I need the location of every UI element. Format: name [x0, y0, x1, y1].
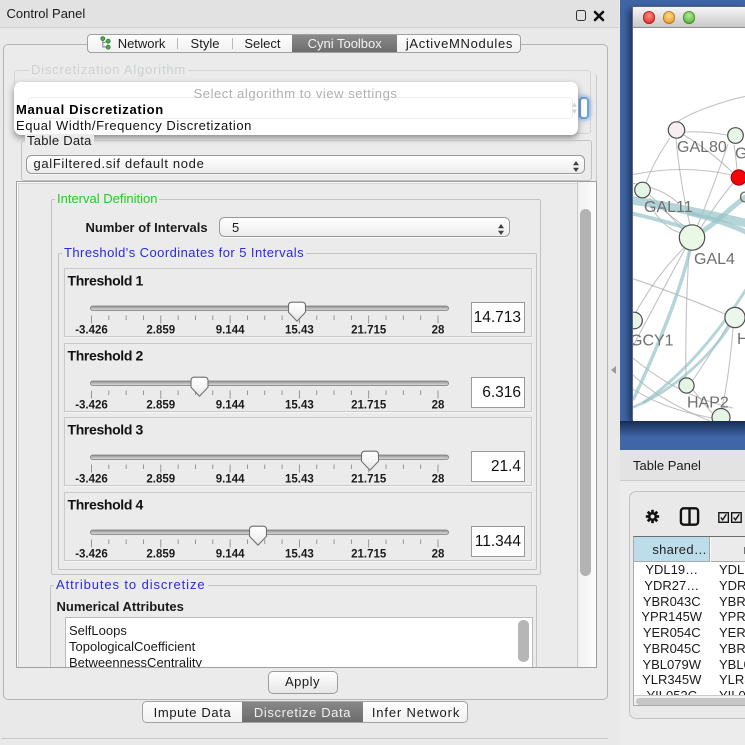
svg-text:HAP2: HAP2	[687, 395, 729, 412]
svg-text:9.144: 9.144	[215, 324, 244, 336]
svg-text:21.715: 21.715	[351, 324, 387, 336]
svg-text:Threshold 4: Threshold 4	[67, 497, 143, 513]
svg-text:21.715: 21.715	[351, 549, 387, 561]
svg-text:-3.426: -3.426	[75, 399, 108, 411]
svg-text:2.859: 2.859	[146, 399, 175, 411]
svg-text:2.859: 2.859	[146, 324, 175, 336]
svg-text:2.859: 2.859	[146, 549, 175, 561]
svg-text:GAL80: GAL80	[677, 139, 727, 156]
svg-text:2.859: 2.859	[146, 474, 175, 486]
svg-text:HIS4: HIS4	[737, 331, 745, 348]
svg-text:Threshold 2: Threshold 2	[67, 347, 143, 363]
svg-text:GCY1: GCY1	[633, 333, 674, 350]
svg-text:-3.426: -3.426	[75, 474, 108, 486]
svg-text:Threshold 3: Threshold 3	[67, 422, 143, 438]
svg-text:9.144: 9.144	[215, 399, 244, 411]
svg-text:15.43: 15.43	[285, 399, 314, 411]
svg-text:-3.426: -3.426	[75, 324, 108, 336]
svg-text:CYC1: CYC1	[739, 190, 745, 207]
svg-text:9.144: 9.144	[215, 549, 244, 561]
svg-text:Threshold 1: Threshold 1	[67, 272, 143, 288]
svg-text:21.715: 21.715	[351, 474, 387, 486]
svg-text:15.43: 15.43	[285, 549, 314, 561]
svg-text:28: 28	[431, 549, 444, 561]
svg-text:28: 28	[431, 474, 444, 486]
svg-text:15.43: 15.43	[285, 474, 314, 486]
svg-text:9.144: 9.144	[215, 474, 244, 486]
svg-text:GAL4: GAL4	[694, 251, 735, 268]
svg-text:28: 28	[431, 324, 444, 336]
svg-text:21.715: 21.715	[351, 399, 387, 411]
svg-text:15.43: 15.43	[285, 324, 314, 336]
svg-text:GAL1: GAL1	[735, 146, 745, 163]
svg-text:-3.426: -3.426	[75, 549, 108, 561]
svg-text:GAL11: GAL11	[644, 199, 693, 216]
svg-text:28: 28	[431, 399, 444, 411]
